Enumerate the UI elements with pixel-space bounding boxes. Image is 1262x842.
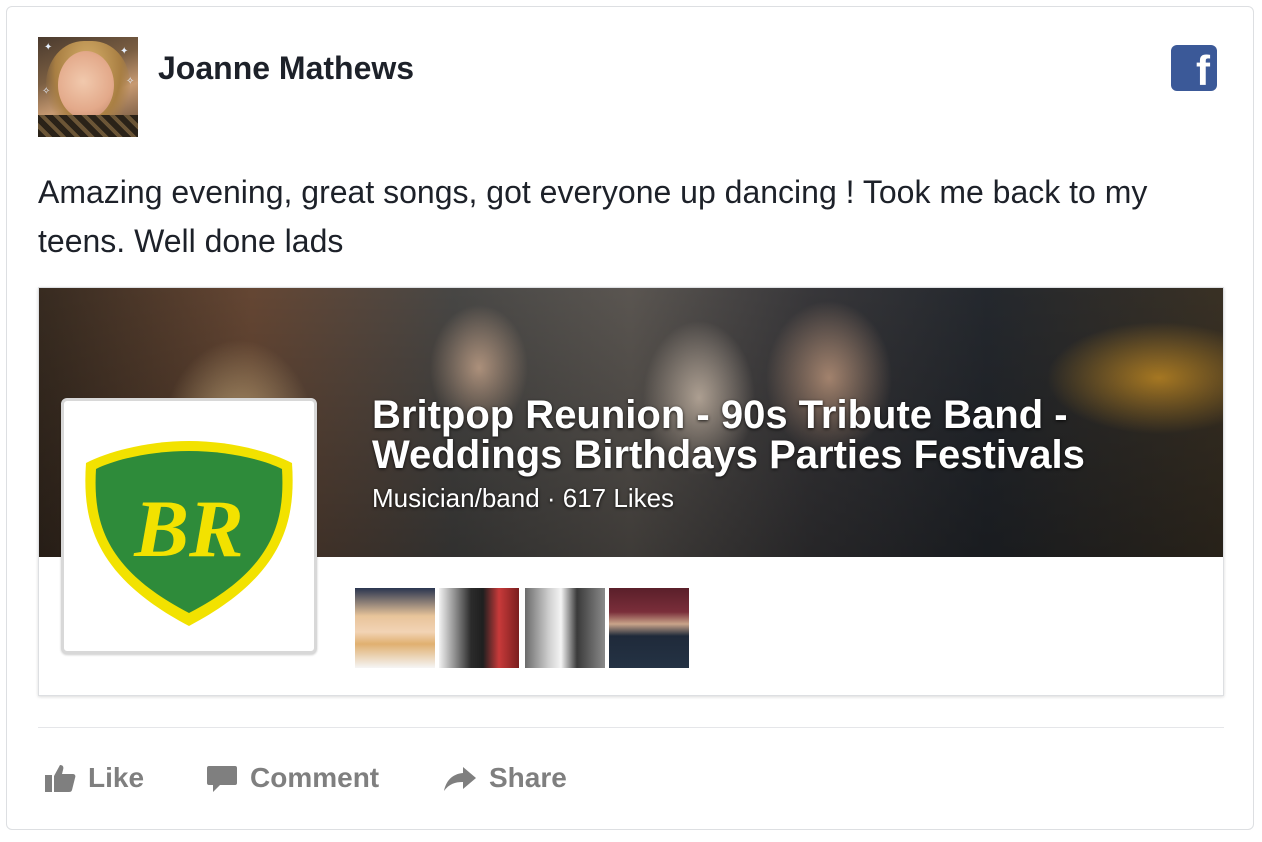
page-photo-thumbnail[interactable] <box>609 588 689 668</box>
page-photo-thumbnail[interactable] <box>439 588 519 668</box>
author-name[interactable]: Joanne Mathews <box>158 50 414 87</box>
br-logo-text: BR <box>133 483 243 574</box>
like-label: Like <box>88 762 145 793</box>
page-photo-thumbnail[interactable] <box>355 588 435 668</box>
like-button[interactable]: Like <box>44 756 144 800</box>
page-meta: Musician/band · 617 Likes <box>372 483 675 513</box>
share-button[interactable]: Share <box>443 756 567 800</box>
comment-label: Comment <box>250 762 380 793</box>
facebook-icon[interactable]: f <box>1171 45 1217 91</box>
page-preview-card[interactable]: Britpop Reunion - 90s Tribute Band - Wed… <box>38 287 1224 696</box>
post-text: Amazing evening, great songs, got everyo… <box>38 174 1148 259</box>
author-avatar[interactable]: ✦ ✦ ✧ ✧ <box>38 37 138 137</box>
page-title[interactable]: Britpop Reunion - 90s Tribute Band - Wed… <box>372 395 1202 475</box>
facebook-logo-letter: f <box>1196 47 1210 91</box>
comment-button[interactable]: Comment <box>206 756 379 800</box>
page-profile-picture[interactable]: BR <box>61 398 317 654</box>
share-arrow-icon <box>444 767 476 791</box>
actions-divider <box>38 727 1224 728</box>
page-photo-thumbnail[interactable] <box>525 588 605 668</box>
share-label: Share <box>489 762 567 793</box>
thumbs-up-icon <box>45 765 76 792</box>
comment-bubble-icon <box>207 766 237 792</box>
br-shield-logo-icon: BR <box>85 441 293 626</box>
